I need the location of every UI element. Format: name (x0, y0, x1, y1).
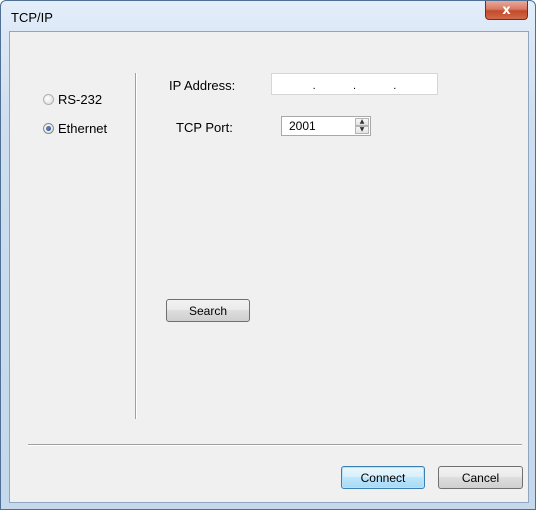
close-icon: x (502, 2, 511, 18)
tcp-port-spinner: ▲ ▼ (355, 118, 369, 134)
close-button[interactable]: x (485, 1, 528, 20)
radio-rs232-indicator[interactable] (43, 94, 54, 105)
window-title: TCP/IP (11, 10, 53, 25)
radio-rs232[interactable]: RS-232 (43, 92, 102, 107)
arrow-down-icon: ▼ (359, 126, 365, 133)
ip-address-input[interactable]: . . . (271, 73, 438, 95)
radio-ethernet-label: Ethernet (58, 121, 108, 136)
cancel-button[interactable]: Cancel (438, 466, 523, 489)
tcp-port-label: TCP Port: (176, 120, 233, 135)
radio-ethernet-indicator[interactable] (43, 123, 54, 134)
connect-button[interactable]: Connect (341, 466, 425, 489)
spinner-up-button[interactable]: ▲ (355, 118, 369, 126)
ip-address-label: IP Address: (169, 78, 236, 93)
arrow-up-icon: ▲ (359, 118, 365, 125)
vertical-divider (135, 73, 137, 419)
radio-ethernet[interactable]: Ethernet (43, 121, 107, 136)
ip-dot-2: . (352, 80, 357, 92)
search-button[interactable]: Search (166, 299, 250, 322)
ip-dot-1: . (312, 80, 316, 92)
tcp-ip-dialog: TCP/IP x RS-232 Ethernet IP Address: . .… (0, 0, 536, 510)
tcp-port-input[interactable]: 2001 ▲ ▼ (281, 116, 371, 136)
horizontal-divider (28, 444, 522, 446)
dialog-client-area: RS-232 Ethernet IP Address: . . . TCP Po… (9, 31, 529, 503)
radio-rs232-label: RS-232 (58, 92, 103, 107)
ip-dot-3: . (393, 80, 397, 92)
tcp-port-value: 2001 (289, 119, 316, 133)
spinner-down-button[interactable]: ▼ (355, 126, 369, 134)
